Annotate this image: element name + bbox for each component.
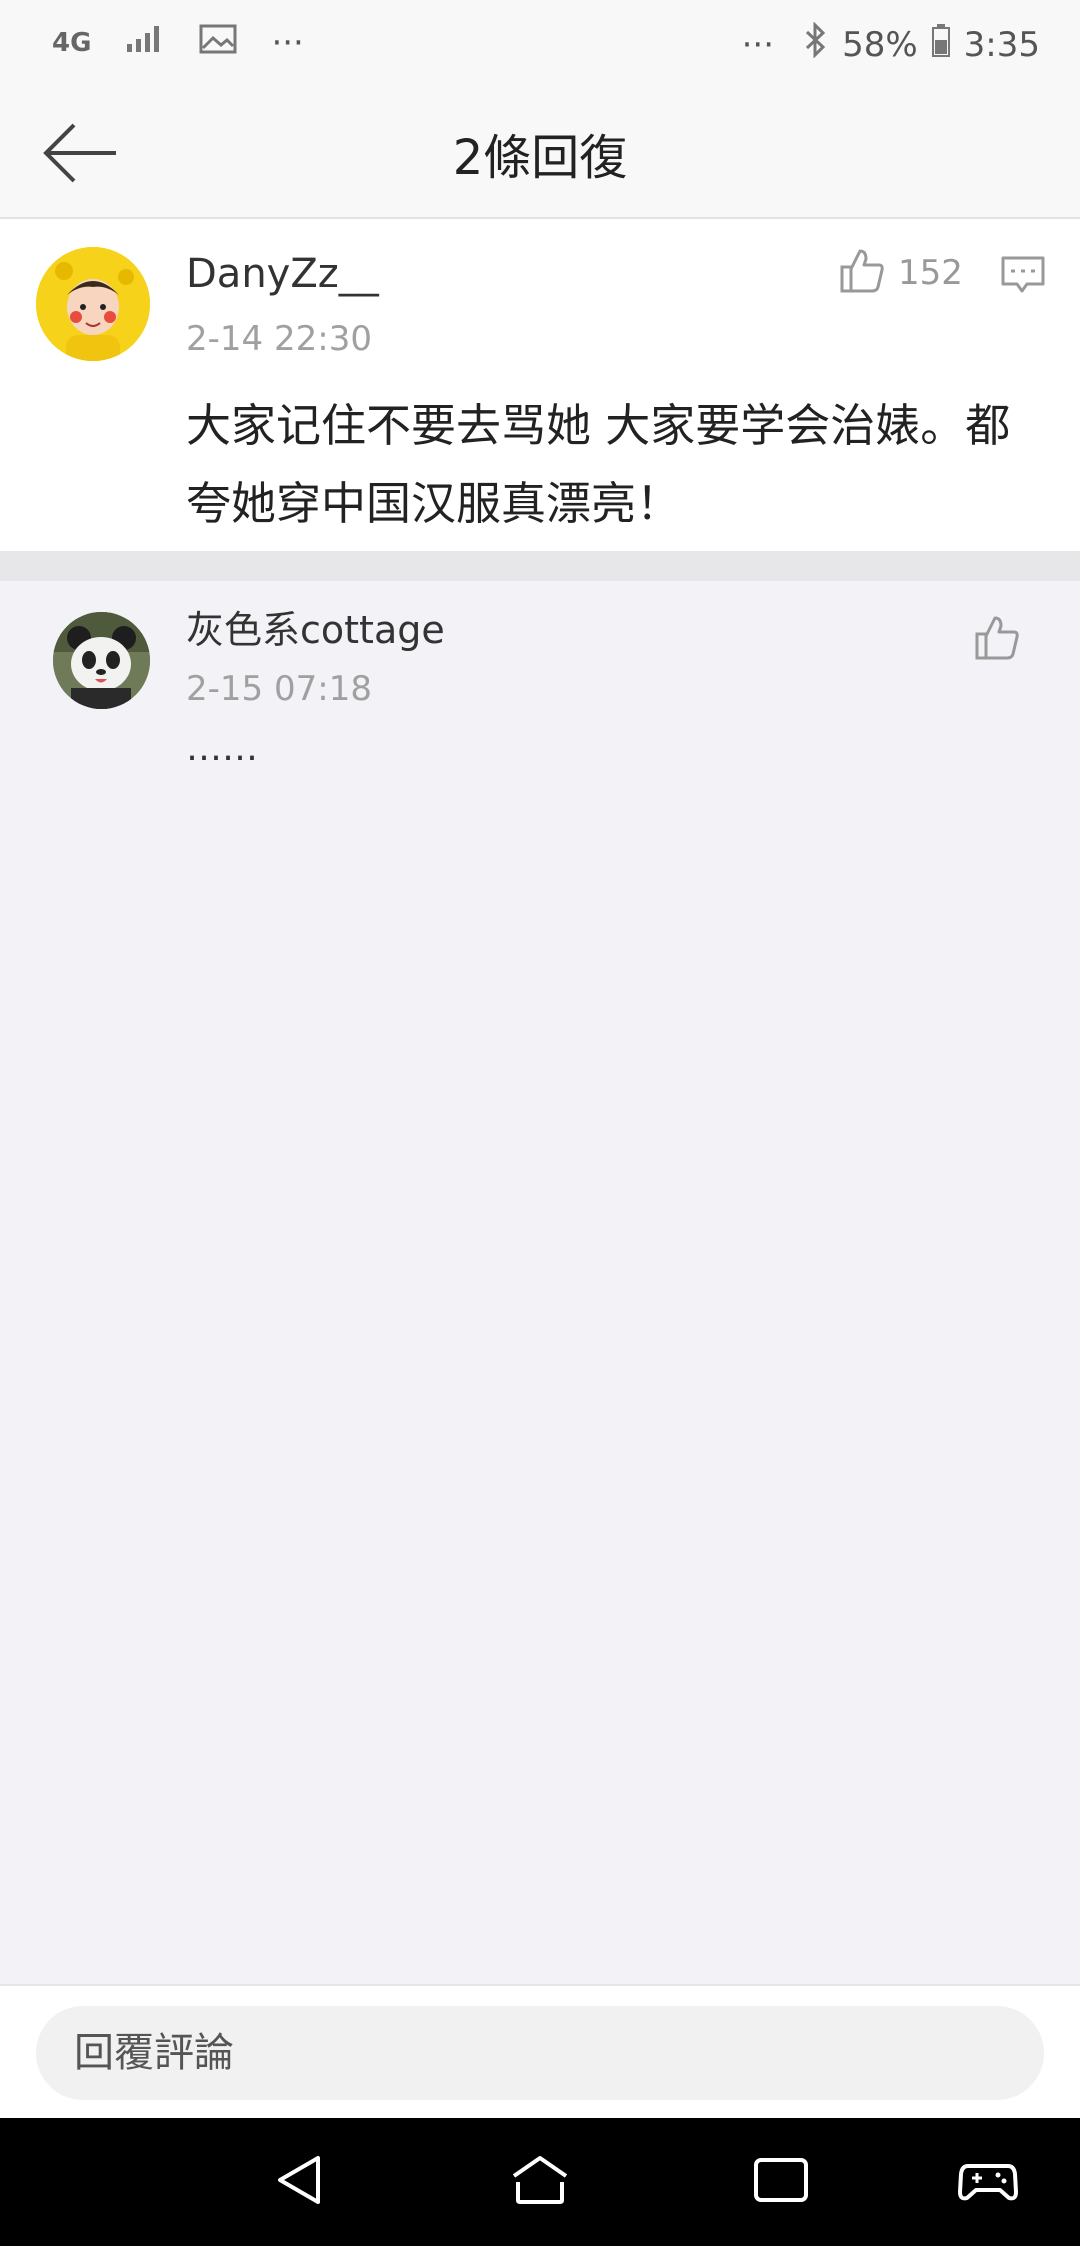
app-header: 2條回復 [0,90,1080,219]
comment-content: 大家记住不要去骂她 大家要学会治婊。都夸她穿中国汉服真漂亮！ [186,399,1011,530]
status-bar-left: 4G ··· [52,22,304,63]
system-nav-bar [0,2118,1080,2246]
nav-game-button[interactable] [958,2152,1018,2212]
thumbs-up-icon [975,616,1019,660]
page-title: 2條回復 [452,130,628,186]
nav-recents-button[interactable] [752,2152,810,2212]
section-divider [0,551,1080,581]
reply-timestamp: 2-15 07:18 [186,669,372,709]
reply-like-button[interactable] [973,614,1021,666]
like-button[interactable] [838,247,886,299]
comment-username[interactable]: DanyZz__ [186,251,379,297]
image-notification-icon [199,23,237,63]
nav-back-button[interactable] [272,2152,328,2212]
avatar[interactable] [53,612,150,709]
more-notifications-indicator: ··· [271,22,304,63]
like-count: 152 [898,253,963,293]
network-type-icon: 4G [52,27,92,58]
signal-icon [125,22,165,63]
gamepad-icon [958,2164,1018,2201]
thumbs-up-icon [840,249,884,293]
bluetooth-icon [804,21,828,67]
battery-percent: 58% [842,24,918,65]
main-comment: DanyZz__ 2-14 22:30 152 大家记住不要去骂她 大家要学会治… [0,219,1080,551]
reply-content: …… [186,728,258,769]
panda-avatar-image [53,612,150,709]
status-bar: 4G ··· ··· 58% 3:35 [0,0,1080,90]
reply-bar [0,1984,1080,2120]
comment-bubble-icon [1001,256,1045,293]
reply-input[interactable] [36,2006,1044,2100]
recents-icon [754,2158,808,2202]
reply-item[interactable]: 灰色系cottage 2-15 07:18 …… [0,581,1080,813]
battery-icon [931,23,950,66]
reply-username[interactable]: 灰色系cottage [186,599,445,654]
user-avatar-image [36,247,150,361]
status-bar-right: ··· 58% 3:35 [741,21,1040,67]
avatar[interactable] [36,247,150,361]
comment-timestamp: 2-14 22:30 [186,319,372,359]
clock: 3:35 [963,24,1040,65]
nav-home-button[interactable] [510,2152,570,2212]
home-icon [512,2156,568,2204]
back-triangle-icon [278,2156,320,2204]
reply-button[interactable] [1000,255,1046,299]
more-status-indicator: ··· [741,24,775,65]
